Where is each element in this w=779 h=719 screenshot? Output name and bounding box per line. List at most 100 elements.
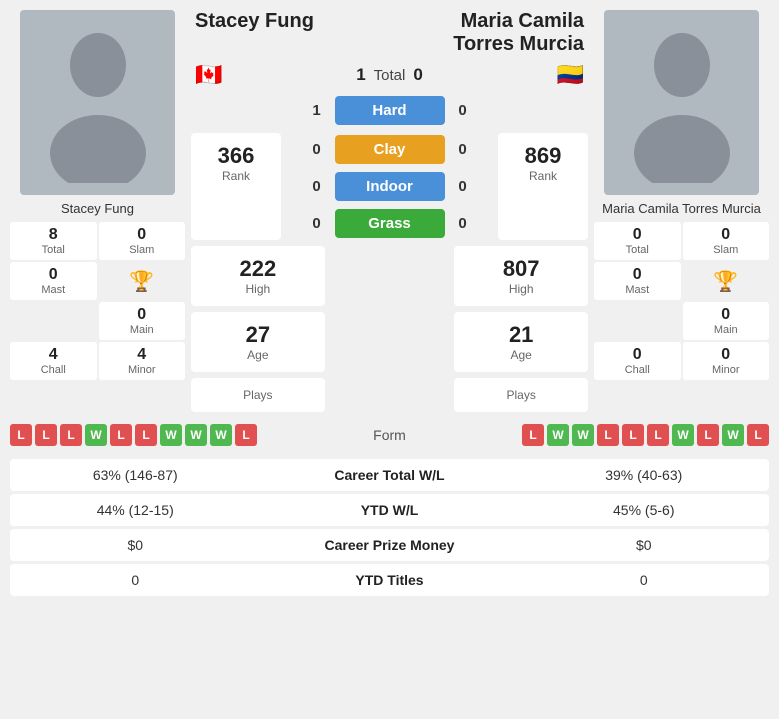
left-stats-boxes: 366 Rank [191, 133, 281, 240]
table-row: 0 YTD Titles 0 [10, 564, 769, 596]
left-player-photo [20, 10, 175, 195]
left-plays-box: Plays [191, 378, 325, 412]
form-badge-l: L [135, 424, 157, 446]
left-player-name-center: Stacey Fung [195, 10, 314, 33]
form-badge-w: W [722, 424, 744, 446]
form-badge-l: L [10, 424, 32, 446]
table-cell-right: 0 [519, 564, 769, 596]
right-player-name-label: Maria Camila Torres Murcia [602, 201, 761, 216]
left-age-box: 27 Age [191, 312, 325, 372]
left-main-stat: 0 Main [99, 302, 186, 340]
bottom-section: LLLWLLWWWL Form LWWLLLWLWL 63% (146-87) … [0, 420, 779, 609]
grass-surface-row: 0 Grass 0 [287, 209, 492, 238]
form-badge-w: W [547, 424, 569, 446]
player-names-row: Stacey Fung Maria CamilaTorres Murcia [191, 10, 588, 56]
left-trophy: 🏆 [99, 262, 186, 300]
high-age-plays-row: 222 High 807 High [191, 246, 588, 306]
right-main-stat: 0 Main [683, 302, 770, 340]
right-high-box: 807 High [454, 246, 588, 306]
total-section: 1 Total 0 [356, 65, 423, 85]
trophy-icon-left: 🏆 [129, 269, 154, 294]
table-cell-left: 63% (146-87) [10, 459, 260, 491]
age-row: 27 Age 21 Age [191, 312, 588, 372]
right-total-stat: 0 Total [594, 222, 681, 260]
stats-middle-row: 366 Rank 0 Clay 0 0 Indoor 0 0 Gra [191, 133, 588, 240]
grass-right-num: 0 [453, 215, 473, 232]
form-badge-l: L [35, 424, 57, 446]
grass-button[interactable]: Grass [335, 209, 445, 238]
right-mast-stat: 0 Mast [594, 262, 681, 300]
left-form-badges: LLLWLLWWWL [10, 424, 257, 446]
hard-left-num: 1 [307, 102, 327, 119]
stats-table: 63% (146-87) Career Total W/L 39% (40-63… [10, 456, 769, 599]
plays-spacer [331, 378, 449, 412]
left-minor-stat: 4 Minor [99, 342, 186, 380]
clay-surface-row: 0 Clay 0 [287, 135, 492, 164]
right-player-stats: 0 Total 0 Slam 0 Mast 🏆 0 Main 0 Chall [594, 222, 769, 380]
right-form-badges: LWWLLLWLWL [522, 424, 769, 446]
left-flag: 🇨🇦 [195, 62, 222, 88]
right-stats-boxes: 869 Rank [498, 133, 588, 240]
table-row: 63% (146-87) Career Total W/L 39% (40-63… [10, 459, 769, 491]
left-player-name-label: Stacey Fung [61, 201, 134, 216]
table-cell-right: 39% (40-63) [519, 459, 769, 491]
table-row: 44% (12-15) YTD W/L 45% (5-6) [10, 494, 769, 526]
right-total-score: 0 [413, 65, 422, 85]
total-label: Total [374, 67, 406, 84]
left-player-stats: 8 Total 0 Slam 0 Mast 🏆 0 Main 4 Chall [10, 222, 185, 380]
form-badge-w: W [210, 424, 232, 446]
indoor-right-num: 0 [453, 178, 473, 195]
hard-right-num: 0 [453, 102, 473, 119]
age-spacer [331, 312, 449, 372]
left-high-box: 222 High [191, 246, 325, 306]
trophy-icon-right: 🏆 [713, 269, 738, 294]
form-badge-l: L [110, 424, 132, 446]
left-slam-stat: 0 Slam [99, 222, 186, 260]
form-badge-l: L [622, 424, 644, 446]
form-badge-w: W [185, 424, 207, 446]
right-age-box: 21 Age [454, 312, 588, 372]
form-badge-l: L [597, 424, 619, 446]
right-player-name-center: Maria CamilaTorres Murcia [453, 10, 584, 56]
plays-row: Plays Plays [191, 378, 588, 412]
clay-button[interactable]: Clay [335, 135, 445, 164]
form-badge-l: L [522, 424, 544, 446]
form-badge-w: W [85, 424, 107, 446]
left-rank-box: 366 Rank [191, 133, 281, 240]
table-cell-left: 0 [10, 564, 260, 596]
clay-right-num: 0 [453, 141, 473, 158]
table-cell-right: $0 [519, 529, 769, 561]
table-cell-left: 44% (12-15) [10, 494, 260, 526]
right-rank-box: 869 Rank [498, 133, 588, 240]
form-badge-w: W [672, 424, 694, 446]
table-cell-label: Career Total W/L [260, 459, 518, 491]
left-chall-stat: 4 Chall [10, 342, 97, 380]
hard-button[interactable]: Hard [335, 96, 445, 125]
indoor-surface-row: 0 Indoor 0 [287, 172, 492, 201]
indoor-left-num: 0 [307, 178, 327, 195]
center-panel: Stacey Fung Maria CamilaTorres Murcia 🇨🇦… [191, 10, 588, 412]
table-cell-label: YTD W/L [260, 494, 518, 526]
table-cell-right: 45% (5-6) [519, 494, 769, 526]
right-chall-stat: 0 Chall [594, 342, 681, 380]
center-spacer [331, 246, 449, 306]
right-slam-stat: 0 Slam [683, 222, 770, 260]
table-row: $0 Career Prize Money $0 [10, 529, 769, 561]
hard-surface-row: 1 Hard 0 [191, 96, 588, 125]
left-total-stat: 8 Total [10, 222, 97, 260]
table-cell-left: $0 [10, 529, 260, 561]
table-cell-label: YTD Titles [260, 564, 518, 596]
surface-col: 0 Clay 0 0 Indoor 0 0 Grass 0 [287, 133, 492, 240]
right-plays-box: Plays [454, 378, 588, 412]
form-badge-l: L [60, 424, 82, 446]
left-player-card: Stacey Fung 8 Total 0 Slam 0 Mast 🏆 0 Ma… [10, 10, 185, 412]
form-badge-l: L [697, 424, 719, 446]
indoor-button[interactable]: Indoor [335, 172, 445, 201]
form-badge-w: W [160, 424, 182, 446]
form-row: LLLWLLWWWL Form LWWLLLWLWL [10, 420, 769, 450]
right-trophy: 🏆 [683, 262, 770, 300]
flag-total-row: 🇨🇦 1 Total 0 🇨🇴 [191, 62, 588, 88]
form-badge-l: L [235, 424, 257, 446]
left-mast-stat: 0 Mast [10, 262, 97, 300]
form-badge-w: W [572, 424, 594, 446]
